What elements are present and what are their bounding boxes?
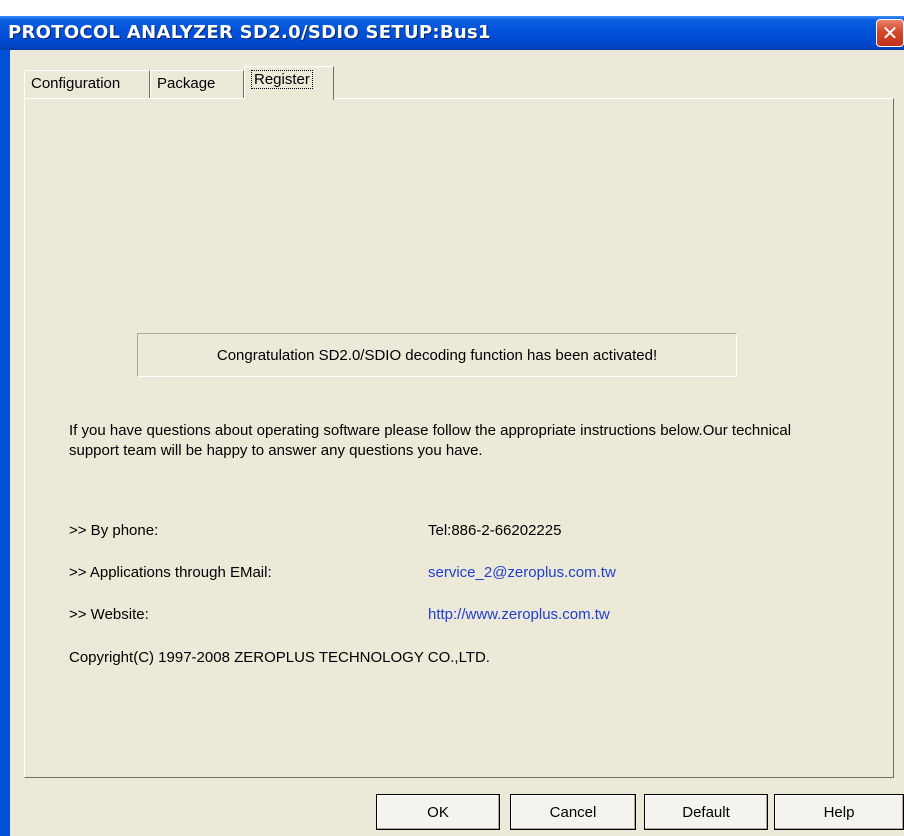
email-link[interactable]: service_2@zeroplus.com.tw <box>428 564 616 581</box>
activation-status-box: Congratulation SD2.0/SDIO decoding funct… <box>137 333 737 377</box>
setup-dialog: PROTOCOL ANALYZER SD2.0/SDIO SETUP:Bus1 … <box>0 16 904 836</box>
register-tab-panel: Congratulation SD2.0/SDIO decoding funct… <box>24 98 894 778</box>
dialog-body: Configuration Package Register Congratul… <box>10 50 904 836</box>
window-frame-left <box>0 50 10 836</box>
copyright-text: Copyright(C) 1997-2008 ZEROPLUS TECHNOLO… <box>69 649 490 666</box>
tab-configuration[interactable]: Configuration <box>24 70 150 98</box>
default-button-label: Default <box>682 803 730 821</box>
help-button[interactable]: Help <box>774 794 904 830</box>
website-link[interactable]: http://www.zeroplus.com.tw <box>428 606 610 623</box>
activation-status-text: Congratulation SD2.0/SDIO decoding funct… <box>216 346 658 364</box>
phone-label: >> By phone: <box>69 522 159 539</box>
help-button-label: Help <box>823 803 855 821</box>
tab-register[interactable]: Register <box>244 66 334 100</box>
cancel-button-label: Cancel <box>549 803 597 821</box>
website-label: >> Website: <box>69 606 149 623</box>
ok-button[interactable]: OK <box>376 794 500 830</box>
tab-configuration-label: Configuration <box>31 75 121 92</box>
close-button[interactable]: ✕ <box>876 19 904 47</box>
tab-register-label: Register <box>251 70 313 89</box>
cancel-button[interactable]: Cancel <box>510 794 636 830</box>
email-label: >> Applications through EMail: <box>69 564 272 581</box>
tab-package-label: Package <box>157 75 216 92</box>
title-bar[interactable]: PROTOCOL ANALYZER SD2.0/SDIO SETUP:Bus1 … <box>0 16 904 50</box>
default-button[interactable]: Default <box>644 794 768 830</box>
ok-button-label: OK <box>427 803 449 821</box>
close-icon: ✕ <box>881 21 899 45</box>
tab-package[interactable]: Package <box>150 70 244 98</box>
support-intro-text: If you have questions about operating so… <box>69 422 792 459</box>
window-title: PROTOCOL ANALYZER SD2.0/SDIO SETUP:Bus1 <box>8 22 491 43</box>
phone-value: Tel:886-2-66202225 <box>428 522 562 539</box>
